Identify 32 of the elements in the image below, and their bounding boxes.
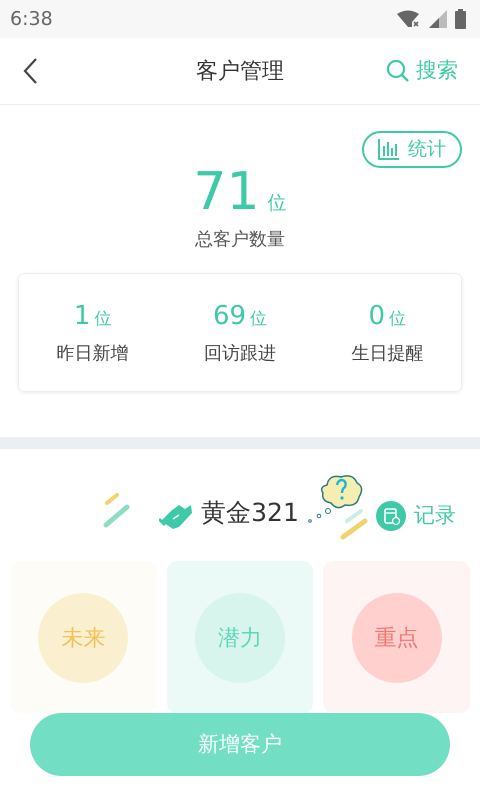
- category-badge: 潜力: [195, 593, 285, 683]
- group-name: 黄金321: [201, 496, 299, 528]
- stats-button[interactable]: 统计: [362, 131, 462, 168]
- metric-label: 昨日新增: [56, 343, 129, 364]
- signal-icon: [429, 10, 447, 28]
- record-icon: [376, 500, 406, 531]
- battery-icon: [455, 9, 466, 29]
- category-card[interactable]: 重点: [323, 561, 470, 713]
- category-badge: 重点: [352, 593, 442, 683]
- category-badge: 未来: [38, 593, 128, 683]
- category-card[interactable]: 潜力: [166, 561, 314, 713]
- metric-label: 回访跟进: [204, 343, 276, 364]
- search-icon: [386, 59, 410, 83]
- total-label: 总客户数量: [195, 228, 285, 250]
- metric-value: 1: [74, 300, 90, 333]
- wifi-off-icon: [397, 10, 421, 28]
- page-title: 客户管理: [196, 58, 284, 86]
- metric-unit: 位: [94, 308, 112, 331]
- metric-unit: 位: [250, 308, 268, 331]
- status-time: 6:38: [10, 6, 53, 32]
- back-button[interactable]: [22, 57, 38, 85]
- metric-label: 生日提醒: [351, 343, 424, 364]
- record-button[interactable]: 记录: [376, 500, 456, 532]
- count-unit: 位: [268, 190, 287, 216]
- metric-unit: 位: [389, 308, 406, 331]
- total-count: 71: [193, 166, 260, 218]
- metric-value: 69: [212, 300, 246, 333]
- category-card[interactable]: 未来: [10, 561, 157, 713]
- add-customer-button[interactable]: 新增客户: [30, 713, 450, 776]
- bar-chart-icon: [378, 138, 400, 160]
- metric-value: 0: [368, 300, 386, 333]
- search-button[interactable]: 搜索: [386, 55, 458, 87]
